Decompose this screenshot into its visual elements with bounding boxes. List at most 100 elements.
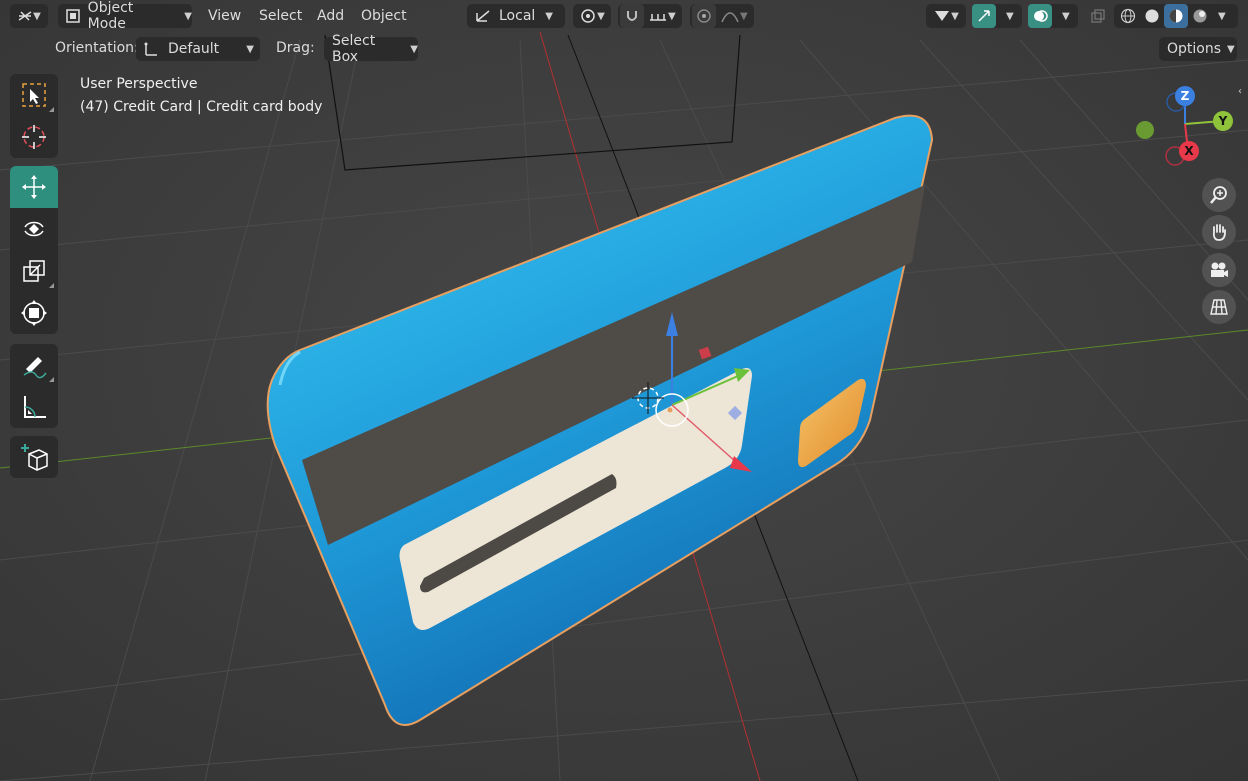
chevron-down-icon: ▼ [246, 43, 254, 55]
menu-add[interactable]: Add [317, 5, 344, 27]
camera-view-button[interactable] [1202, 253, 1236, 287]
3d-viewport[interactable]: ▼ Object Mode ▼ View Select Add Object L… [0, 0, 1248, 781]
xray-toggle-icon[interactable] [1086, 4, 1110, 28]
cursor-icon [22, 125, 46, 149]
tool-select-box[interactable] [10, 74, 58, 116]
nav-z-ball[interactable]: Z [1175, 86, 1195, 106]
tool-cursor[interactable] [10, 116, 58, 158]
material-preview-shading-icon[interactable] [1164, 4, 1188, 28]
chevron-down-icon: ▼ [740, 10, 748, 22]
transform-orientation-label: Local [499, 8, 536, 24]
move-icon [22, 175, 46, 199]
wireframe-shading-icon[interactable] [1116, 4, 1140, 28]
rendered-shading-icon[interactable] [1188, 4, 1212, 28]
zoom-magnifier-icon [1210, 186, 1227, 204]
annotate-pencil-icon [23, 357, 47, 379]
add-cube-icon [21, 444, 48, 471]
chevron-down-icon: ▼ [597, 10, 605, 22]
nav-z-label: Z [1180, 89, 1190, 103]
snapping-group[interactable]: ▼ [618, 4, 682, 28]
tool-rotate[interactable] [10, 208, 58, 250]
nav-x-ball[interactable]: X [1179, 141, 1199, 161]
viewport-header: ▼ Object Mode ▼ View Select Add Object L… [0, 0, 1248, 32]
transform-orientation-dropdown[interactable]: Local ▼ [467, 4, 565, 28]
drag-value: Select Box [332, 33, 376, 65]
nav-x-label: X [1184, 144, 1194, 158]
tool-transform[interactable] [10, 292, 58, 334]
object-info-label: (47) Credit Card | Credit card body [80, 99, 323, 115]
orientation-default-icon [144, 42, 157, 56]
scale-icon [23, 260, 45, 282]
pan-button[interactable] [1202, 215, 1236, 249]
chevron-down-icon: ▼ [1227, 43, 1235, 55]
menu-object[interactable]: Object [361, 5, 407, 27]
chevron-down-icon: ▼ [668, 10, 676, 22]
chevron-down-icon: ▼ [410, 43, 418, 55]
chevron-down-icon: ▼ [1218, 10, 1226, 22]
proportional-editing-group[interactable]: ▼ [690, 4, 754, 28]
solid-shading-icon[interactable] [1140, 4, 1164, 28]
toolbar-add-group [10, 436, 58, 478]
proportional-edit-icon[interactable] [692, 4, 716, 28]
chevron-down-icon: ▼ [1006, 10, 1014, 22]
hand-icon [1212, 224, 1226, 241]
orientation-dropdown[interactable]: Default ▼ [136, 37, 260, 61]
sidebar-toggle-icon[interactable]: ‹ [1238, 86, 1242, 97]
nav-neg-y-ball[interactable] [1136, 121, 1154, 139]
chevron-down-icon: ▼ [184, 10, 192, 22]
object-mode-icon [66, 9, 80, 23]
rotate-icon [24, 221, 44, 237]
tool-annotate[interactable] [10, 344, 58, 386]
tool-options-indicator [49, 107, 54, 112]
chevron-down-icon: ▼ [33, 10, 41, 22]
select-cursor-icon [935, 11, 950, 21]
mode-label: Object Mode [87, 0, 134, 32]
tool-options-indicator [49, 377, 54, 382]
orientation-label: Orientation: [55, 40, 139, 56]
pivot-point-dropdown[interactable]: ▼ [573, 4, 611, 28]
menu-select[interactable]: Select [259, 5, 302, 27]
magnet-icon[interactable] [620, 4, 644, 28]
visibility-dropdown[interactable]: ▼ [926, 4, 966, 28]
snap-increment-icon [650, 14, 666, 21]
drag-label: Drag: [276, 40, 315, 56]
menu-view[interactable]: View [208, 5, 241, 27]
nav-y-ball[interactable]: Y [1213, 111, 1233, 131]
editor-type-icon [18, 11, 32, 21]
gizmo-toggle-icon[interactable] [972, 4, 996, 28]
tool-move[interactable] [10, 166, 58, 208]
select-box-icon [22, 83, 46, 107]
chevron-down-icon: ▼ [951, 10, 959, 22]
chevron-down-icon: ▼ [1062, 10, 1070, 22]
object-origin [667, 407, 673, 413]
falloff-curve-icon [721, 12, 739, 23]
zoom-button[interactable] [1202, 178, 1236, 212]
overlay-toggle-group[interactable]: ▼ [1028, 4, 1078, 28]
view-name-label: User Perspective [80, 76, 198, 92]
toolbar-selection-group [10, 74, 58, 158]
editor-type-button[interactable]: ▼ [10, 4, 48, 28]
scene-canvas[interactable] [0, 0, 1248, 781]
tool-add-cube[interactable] [10, 436, 58, 478]
orientation-value: Default [168, 41, 220, 57]
pivot-icon [581, 9, 595, 23]
toolbar-annotate-group [10, 344, 58, 428]
mode-dropdown[interactable]: Object Mode ▼ [58, 0, 192, 32]
grid-perspective-icon [1210, 299, 1228, 315]
options-dropdown[interactable]: Options ▼ [1159, 37, 1237, 61]
camera-icon [1211, 262, 1228, 277]
perspective-toggle-button[interactable] [1202, 290, 1236, 324]
toolbar-transform-group [10, 166, 58, 334]
measure-ruler-icon [24, 396, 46, 418]
gizmo-toggle-group[interactable]: ▼ [972, 4, 1022, 28]
shading-mode-group[interactable]: ▼ [1114, 4, 1238, 28]
nav-y-label: Y [1218, 114, 1228, 128]
tool-options-indicator [49, 283, 54, 288]
options-label: Options [1167, 41, 1222, 57]
drag-dropdown[interactable]: Select Box ▼ [324, 33, 418, 65]
tool-measure[interactable] [10, 386, 58, 428]
transform-icon [21, 300, 47, 326]
chevron-down-icon: ▼ [545, 10, 553, 22]
overlays-icon[interactable] [1028, 4, 1052, 28]
tool-scale[interactable] [10, 250, 58, 292]
